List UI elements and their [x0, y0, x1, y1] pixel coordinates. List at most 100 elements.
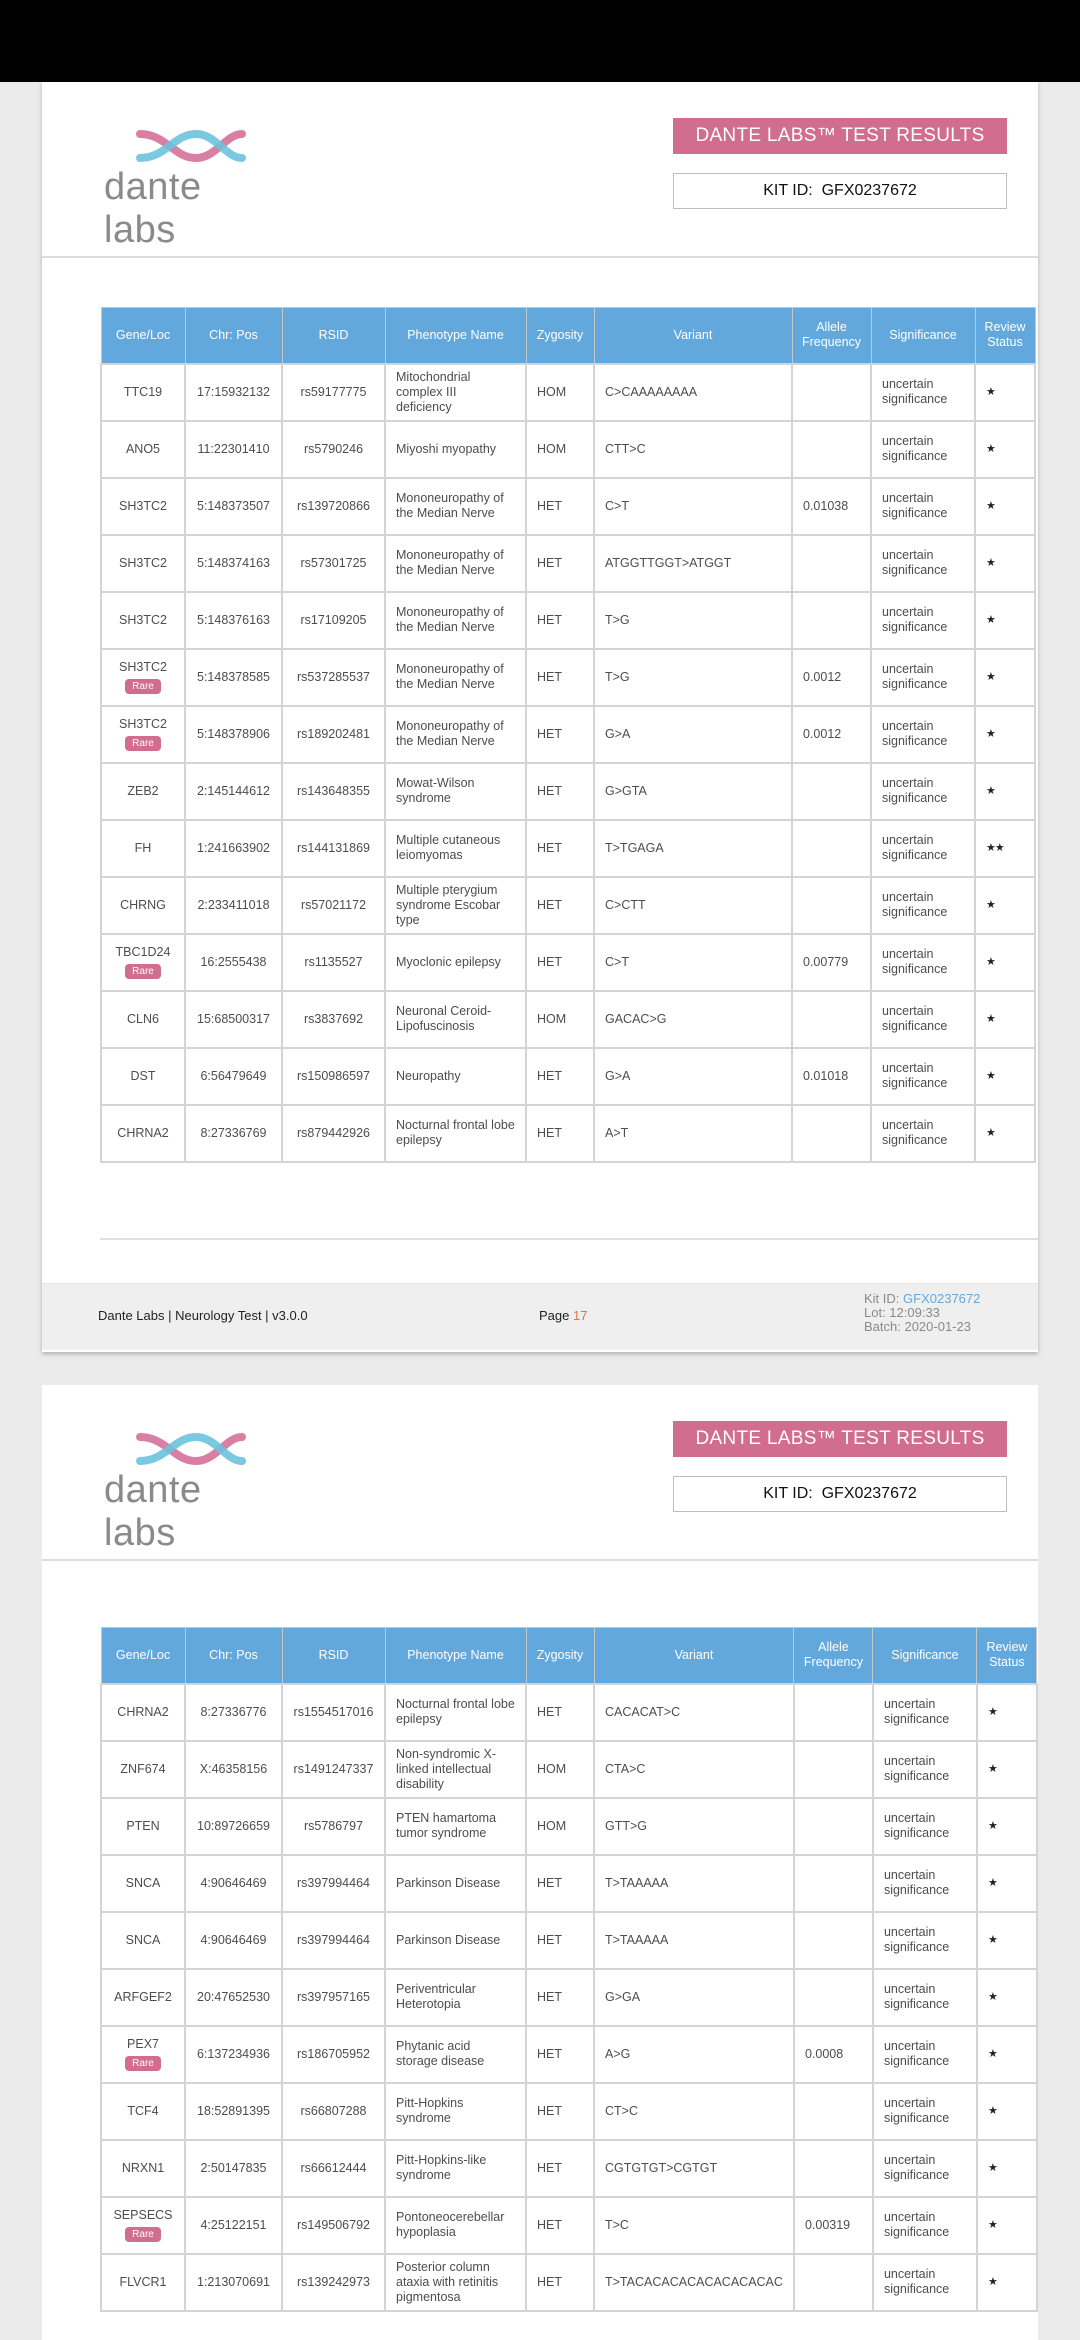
- phenotype-cell: Pontoneocerebellar hypoplasia: [384, 2195, 527, 2255]
- column-header-variant: Variant: [593, 307, 793, 364]
- variant-cell: CTA>C: [593, 1739, 795, 1799]
- gene-cell: DST: [100, 1046, 186, 1106]
- allele-frequency-cell: 0.00779: [791, 932, 872, 992]
- significance-cell: uncertain significance: [871, 2195, 978, 2255]
- position-cell: 6:56479649: [184, 1046, 283, 1106]
- phenotype-cell: Posterior column ataxia with retinitis p…: [384, 2252, 527, 2312]
- phenotype-cell: Neuronal Ceroid-Lipofuscinosis: [384, 989, 527, 1049]
- position-cell: 6:137234936: [184, 2024, 283, 2084]
- significance-cell: uncertain significance: [871, 1796, 978, 1856]
- dante-labs-logo: dante labs: [104, 1431, 284, 1555]
- table-row: CLN6 15:68500317 rs3837692 Neuronal Ceroid-…: [100, 989, 1036, 1049]
- gene-name: NRXN1: [121, 2160, 165, 2175]
- gene-name: TCF4: [127, 2103, 159, 2118]
- review-status-cell: ★: [974, 704, 1036, 764]
- rare-badge: Rare: [125, 2227, 161, 2242]
- allele-frequency-cell: [791, 989, 872, 1049]
- position-cell: 8:27336769: [184, 1103, 283, 1163]
- position-cell: 8:27336776: [184, 1682, 283, 1742]
- variants-table-wrap: Gene/Loc Chr: Pos RSID Phenotype Name Zygosi…: [100, 1627, 1038, 2312]
- phenotype-cell: Periventricular Heterotopia: [384, 1967, 527, 2027]
- variant-cell: G>GTA: [593, 761, 793, 821]
- variant-cell: CTT>C: [593, 419, 793, 479]
- phenotype-cell: Multiple pterygium syndrome Escobar type: [384, 875, 527, 935]
- gene-name: CHRNA2: [117, 1125, 169, 1140]
- footer-kit-link[interactable]: GFX0237672: [903, 1291, 980, 1306]
- gene-cell: PEX7 Rare: [100, 2024, 186, 2084]
- star-icon: ★: [986, 614, 996, 626]
- zygosity-cell: HOM: [525, 419, 595, 479]
- significance-cell: uncertain significance: [870, 761, 976, 821]
- table-row: TCF4 18:52891395 rs66807288 Pitt-Hopkins sy…: [100, 2081, 1038, 2141]
- review-status-cell: ★: [975, 1910, 1038, 1970]
- phenotype-cell: Nocturnal frontal lobe epilepsy: [384, 1682, 527, 1742]
- kit-id-box: KIT ID: GFX0237672: [673, 173, 1007, 209]
- zygosity-cell: HET: [525, 533, 595, 593]
- rsid-cell: rs143648355: [281, 761, 386, 821]
- rsid-cell: rs149506792: [281, 2195, 386, 2255]
- star-icon: ★: [987, 1934, 998, 1946]
- column-header-gene-loc: Gene/Loc: [100, 1627, 186, 1684]
- rsid-cell: rs57021172: [281, 875, 386, 935]
- column-header-chr-pos: Chr: Pos: [184, 1627, 283, 1684]
- column-header-phenotype-name: Phenotype Name: [384, 307, 527, 364]
- footer-divider: [100, 1238, 1038, 1240]
- rsid-cell: rs5790246: [281, 419, 386, 479]
- significance-cell: uncertain significance: [871, 2081, 978, 2141]
- gene-name: SNCA: [125, 1932, 161, 1947]
- significance-cell: uncertain significance: [870, 362, 976, 422]
- rsid-cell: rs5786797: [281, 1796, 386, 1856]
- column-header-review-status: Review Status: [974, 307, 1036, 364]
- zygosity-cell: HET: [525, 1853, 595, 1913]
- column-header-chr-pos: Chr: Pos: [184, 307, 283, 364]
- gene-cell: CHRNA2: [100, 1103, 186, 1163]
- review-status-cell: ★: [975, 1739, 1038, 1799]
- review-status-cell: ★: [974, 362, 1036, 422]
- position-cell: 5:148373507: [184, 476, 283, 536]
- gene-cell: ARFGEF2: [100, 1967, 186, 2027]
- table-row: ANO5 11:22301410 rs5790246 Miyoshi myopathy…: [100, 419, 1036, 479]
- allele-frequency-cell: 0.00319: [792, 2195, 874, 2255]
- gene-cell: SH3TC2 Rare: [100, 647, 186, 707]
- star-icon: ★: [986, 500, 996, 512]
- allele-frequency-cell: [791, 362, 872, 422]
- table-row: SEPSECS Rare 4:25122151 rs149506792 Pontoneo…: [100, 2195, 1038, 2255]
- position-cell: 2:233411018: [184, 875, 283, 935]
- significance-cell: uncertain significance: [871, 1739, 978, 1799]
- table-row: PEX7 Rare 6:137234936 rs186705952 Phytanic a…: [100, 2024, 1038, 2084]
- zygosity-cell: HET: [525, 2195, 595, 2255]
- phenotype-cell: Nocturnal frontal lobe epilepsy: [384, 1103, 527, 1163]
- review-status-cell: ★: [974, 1103, 1036, 1163]
- variant-cell: T>TAAAAA: [593, 1910, 795, 1970]
- rsid-cell: rs3837692: [281, 989, 386, 1049]
- allele-frequency-cell: [791, 875, 872, 935]
- zygosity-cell: HET: [525, 1046, 595, 1106]
- position-cell: 2:145144612: [184, 761, 283, 821]
- star-icon: ★: [986, 899, 996, 911]
- position-cell: X:46358156: [184, 1739, 283, 1799]
- table-row: DST 6:56479649 rs150986597 Neuropathy HET G>A…: [100, 1046, 1036, 1106]
- star-icon: ★: [987, 1877, 998, 1889]
- rsid-cell: rs150986597: [281, 1046, 386, 1106]
- table-row: NRXN1 2:50147835 rs66612444 Pitt-Hopkins-li…: [100, 2138, 1038, 2198]
- zygosity-cell: HET: [525, 2024, 595, 2084]
- variant-cell: T>G: [593, 647, 793, 707]
- gene-cell: SH3TC2 Rare: [100, 704, 186, 764]
- phenotype-cell: Mononeuropathy of the Median Nerve: [384, 704, 527, 764]
- gene-cell: NRXN1: [100, 2138, 186, 2198]
- star-icon: ★: [986, 1127, 996, 1139]
- allele-frequency-cell: [792, 1967, 874, 2027]
- phenotype-cell: PTEN hamartoma tumor syndrome: [384, 1796, 527, 1856]
- kit-id-label: KIT ID:: [763, 1485, 813, 1502]
- rsid-cell: rs397994464: [281, 1910, 386, 1970]
- gene-name: SH3TC2: [119, 555, 167, 570]
- variants-table: Gene/Loc Chr: Pos RSID Phenotype Name Zygosi…: [100, 307, 1036, 1163]
- kit-id-value: GFX0237672: [821, 182, 917, 199]
- position-cell: 1:241663902: [184, 818, 283, 878]
- position-cell: 18:52891395: [184, 2081, 283, 2141]
- table-row: SNCA 4:90646469 rs397994464 Parkinson Disea…: [100, 1853, 1038, 1913]
- review-status-cell: ★: [975, 1682, 1038, 1742]
- column-header-significance: Significance: [870, 307, 976, 364]
- position-cell: 2:50147835: [184, 2138, 283, 2198]
- gene-name: SH3TC2: [119, 612, 167, 627]
